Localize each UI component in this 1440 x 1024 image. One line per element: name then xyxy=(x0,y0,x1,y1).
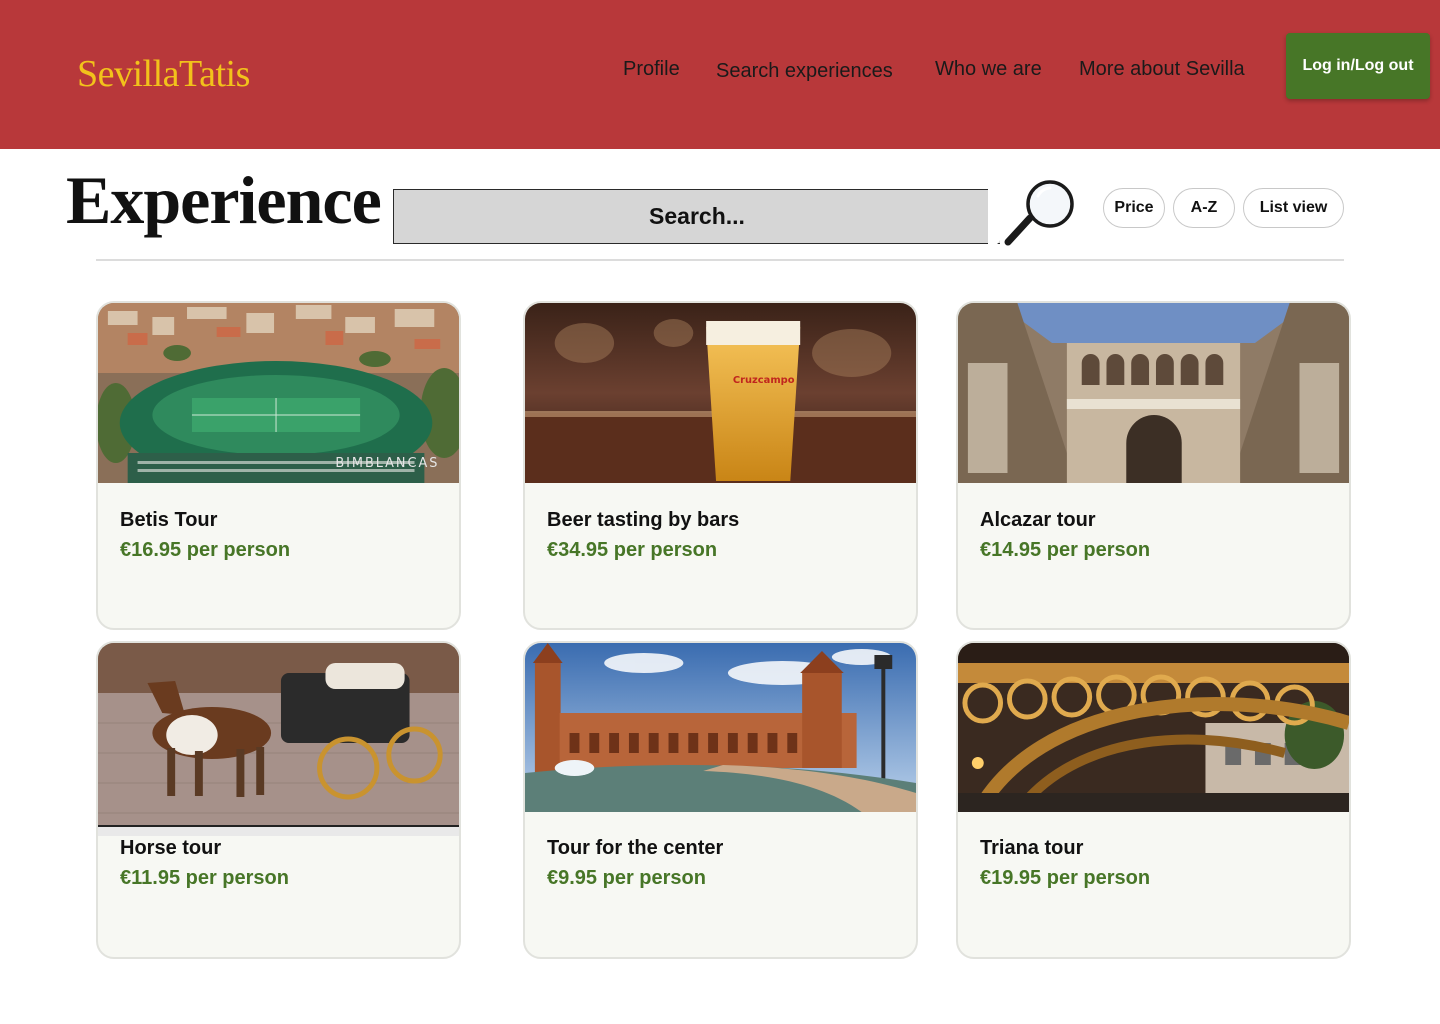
search-bar xyxy=(393,189,1000,244)
card-title: Betis Tour xyxy=(120,509,218,531)
card-title: Horse tour xyxy=(120,837,222,859)
experience-card-alcazar[interactable]: Alcazar tour €14.95 per person xyxy=(956,301,1351,630)
magnifier-search-icon[interactable] xyxy=(988,176,1088,252)
card-price: €14.95 per person xyxy=(980,539,1151,561)
plaza-de-espana-photo xyxy=(525,643,916,812)
stadium-aerial-photo: BIMBLANCAS xyxy=(98,303,459,483)
card-title: Triana tour xyxy=(980,837,1084,859)
alcazar-courtyard-photo xyxy=(958,303,1349,483)
sort-a-z-button[interactable]: A-Z xyxy=(1173,188,1235,228)
card-price: €11.95 per person xyxy=(120,867,289,889)
toolbar-divider xyxy=(96,259,1344,261)
card-price: €16.95 per person xyxy=(120,539,291,561)
top-header: SevillaTatis Profile Search experiences … xyxy=(0,0,1440,149)
page-title: Experience xyxy=(66,162,382,238)
nav-search-experiences[interactable]: Search experiences xyxy=(716,60,893,83)
beer-glass-photo: Cruzcampo xyxy=(525,303,916,483)
svg-text:Cruzcampo: Cruzcampo xyxy=(733,375,795,386)
experience-card-horse[interactable]: Horse tour €11.95 per person xyxy=(96,641,461,959)
search-input[interactable] xyxy=(394,190,1000,243)
site-logo[interactable]: SevillaTatis xyxy=(77,52,250,96)
list-view-button[interactable]: List view xyxy=(1243,188,1344,228)
experience-card-betis[interactable]: BIMBLANCAS Betis Tour €16.95 per person xyxy=(96,301,461,630)
login-logout-button[interactable]: Log in/Log out xyxy=(1286,33,1430,99)
horse-carriage-photo xyxy=(98,643,459,836)
nav-profile[interactable]: Profile xyxy=(623,58,680,81)
nav-who-we-are[interactable]: Who we are xyxy=(935,58,1042,81)
card-price: €9.95 per person xyxy=(547,867,706,889)
triana-bridge-photo xyxy=(958,643,1349,812)
card-title: Alcazar tour xyxy=(980,509,1096,531)
card-price: €34.95 per person xyxy=(547,539,718,561)
filter-price-button[interactable]: Price xyxy=(1103,188,1165,228)
card-price: €19.95 per person xyxy=(980,867,1151,889)
experience-card-center[interactable]: Tour for the center €9.95 per person xyxy=(523,641,918,959)
nav-more-about-sevilla[interactable]: More about Sevilla xyxy=(1079,58,1245,81)
card-title: Tour for the center xyxy=(547,837,724,859)
experience-card-beer[interactable]: Cruzcampo Beer tasting by bars €34.95 pe… xyxy=(523,301,918,630)
card-title: Beer tasting by bars xyxy=(547,509,740,531)
svg-text:BIMBLANCAS: BIMBLANCAS xyxy=(335,456,439,471)
experience-card-triana[interactable]: Triana tour €19.95 per person xyxy=(956,641,1351,959)
